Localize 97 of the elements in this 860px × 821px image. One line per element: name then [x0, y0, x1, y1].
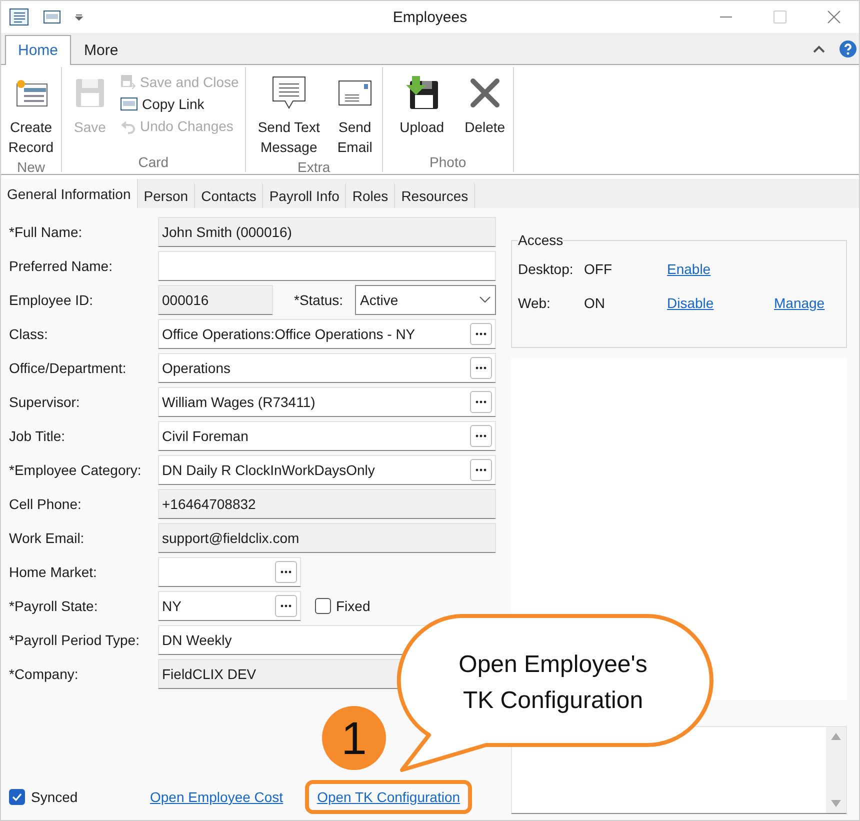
speech-bubble-icon: [270, 75, 307, 111]
access-state: OFF: [584, 261, 613, 277]
group-label: Extra: [296, 159, 332, 175]
browse-button[interactable]: [470, 357, 492, 379]
group-label: Photo: [428, 154, 468, 170]
read-only-field[interactable]: +16464708832: [158, 489, 496, 519]
input-field[interactable]: [158, 251, 496, 281]
field-value: John Smith (000016): [162, 224, 293, 240]
chevron-down-icon: [479, 296, 491, 304]
browse-button[interactable]: [275, 595, 297, 617]
close-icon[interactable]: [827, 10, 841, 24]
field-value: Office Operations:Office Operations - NY: [162, 326, 416, 342]
ribbon-button[interactable]: Send Email: [332, 71, 378, 159]
field-label: *Employee Category:: [8, 462, 142, 478]
help-icon[interactable]: [839, 40, 857, 58]
field-label: Home Market:: [8, 564, 98, 580]
link[interactable]: Manage: [774, 290, 840, 316]
link[interactable]: Open TK Configuration: [305, 780, 472, 814]
ellipsis-icon: [280, 604, 292, 608]
ellipsis-icon: [475, 400, 487, 404]
lookup-field[interactable]: NY: [158, 591, 301, 621]
browse-button[interactable]: [275, 561, 297, 583]
status-dropdown[interactable]: Active: [355, 285, 496, 315]
read-only-field[interactable]: John Smith (000016): [158, 217, 496, 247]
browse-button[interactable]: [470, 391, 492, 413]
field-value: William Wages (R73411): [162, 394, 316, 410]
ellipsis-icon: [475, 366, 487, 370]
ribbon-button[interactable]: Send Text Message: [250, 71, 328, 159]
ellipsis-icon: [475, 434, 487, 438]
browse-button[interactable]: [470, 323, 492, 345]
field-value: NY: [162, 598, 182, 614]
dropdown-icon[interactable]: [75, 13, 83, 21]
ribbon-button[interactable]: Upload: [386, 71, 457, 154]
field-value: DN Weekly: [162, 632, 233, 648]
upload-disk-icon: [404, 75, 440, 111]
ellipsis-icon: [280, 570, 292, 574]
field-label: Supervisor:: [8, 394, 81, 410]
lookup-field[interactable]: Office Operations:Office Operations - NY: [158, 319, 496, 349]
field-label: *Full Name:: [8, 224, 84, 240]
collapse-caret-icon[interactable]: [813, 45, 825, 53]
undo-icon: [120, 118, 136, 134]
browse-button[interactable]: [470, 459, 492, 481]
ribbon-button[interactable]: Delete: [460, 71, 509, 154]
lookup-field[interactable]: Operations: [158, 353, 496, 383]
checkbox-label: Fixed: [336, 598, 370, 614]
link[interactable]: Disable: [667, 290, 774, 316]
checkbox[interactable]: [9, 789, 25, 805]
lookup-field[interactable]: William Wages (R73411): [158, 387, 496, 417]
field-label: Employee ID:: [8, 292, 94, 308]
field-value: support@fieldclix.com: [162, 530, 300, 546]
save-close-icon: [120, 74, 136, 90]
browse-button[interactable]: [470, 425, 492, 447]
form-icon[interactable]: [9, 8, 29, 26]
field-value: Operations: [162, 360, 232, 376]
access-state: ON: [584, 295, 606, 311]
field-value: DN Daily R ClockInWorkDaysOnly: [162, 462, 376, 478]
lookup-field[interactable]: Civil Foreman: [158, 421, 496, 451]
group-label: Card: [137, 154, 170, 170]
access-label: Web:: [518, 295, 552, 311]
link[interactable]: Open Employee Cost: [150, 784, 284, 810]
field-value: Civil Foreman: [162, 428, 250, 444]
field-label: Work Email:: [8, 530, 86, 546]
field-label: Job Title:: [8, 428, 66, 444]
ribbon-tab[interactable]: Home: [5, 35, 72, 65]
panel-title: Access: [518, 232, 564, 248]
ribbon-button[interactable]: Create Record: [5, 71, 57, 159]
link[interactable]: Enable: [667, 256, 774, 282]
delete-icon: [468, 76, 502, 110]
field-label: *Company:: [8, 666, 80, 682]
checkbox-label: Synced: [31, 789, 78, 805]
field-value: +16464708832: [162, 496, 257, 512]
field-label: *Payroll Period Type:: [8, 632, 140, 648]
ribbon-button[interactable]: Copy Link: [118, 95, 241, 113]
form-tab[interactable]: General Information: [1, 179, 138, 208]
checkmark-icon: [11, 791, 23, 803]
ribbon-tab[interactable]: More: [71, 35, 132, 65]
checkbox[interactable]: [315, 598, 331, 614]
field-label: Office/Department:: [8, 360, 128, 376]
group-label: New: [16, 159, 46, 175]
lookup-field[interactable]: DN Daily R ClockInWorkDaysOnly: [158, 455, 496, 485]
ellipsis-icon: [475, 468, 487, 472]
lookup-field[interactable]: [158, 557, 301, 587]
field-label: *Payroll State:: [8, 598, 99, 614]
read-only-field[interactable]: support@fieldclix.com: [158, 523, 496, 553]
field-value: 000016: [162, 292, 210, 308]
field-label: Class:: [8, 326, 49, 342]
window-title: Employees: [392, 8, 468, 26]
access-label: Desktop:: [518, 261, 574, 277]
link-card-icon: [120, 97, 138, 111]
field-label: *Status:: [294, 292, 344, 308]
field-label: Cell Phone:: [8, 496, 82, 512]
link-card-icon[interactable]: [43, 10, 61, 24]
envelope-icon: [336, 78, 373, 108]
save-icon: [73, 76, 107, 110]
field-label: Preferred Name:: [8, 258, 114, 274]
read-only-field[interactable]: 000016: [158, 285, 273, 315]
ellipsis-icon: [475, 332, 487, 336]
